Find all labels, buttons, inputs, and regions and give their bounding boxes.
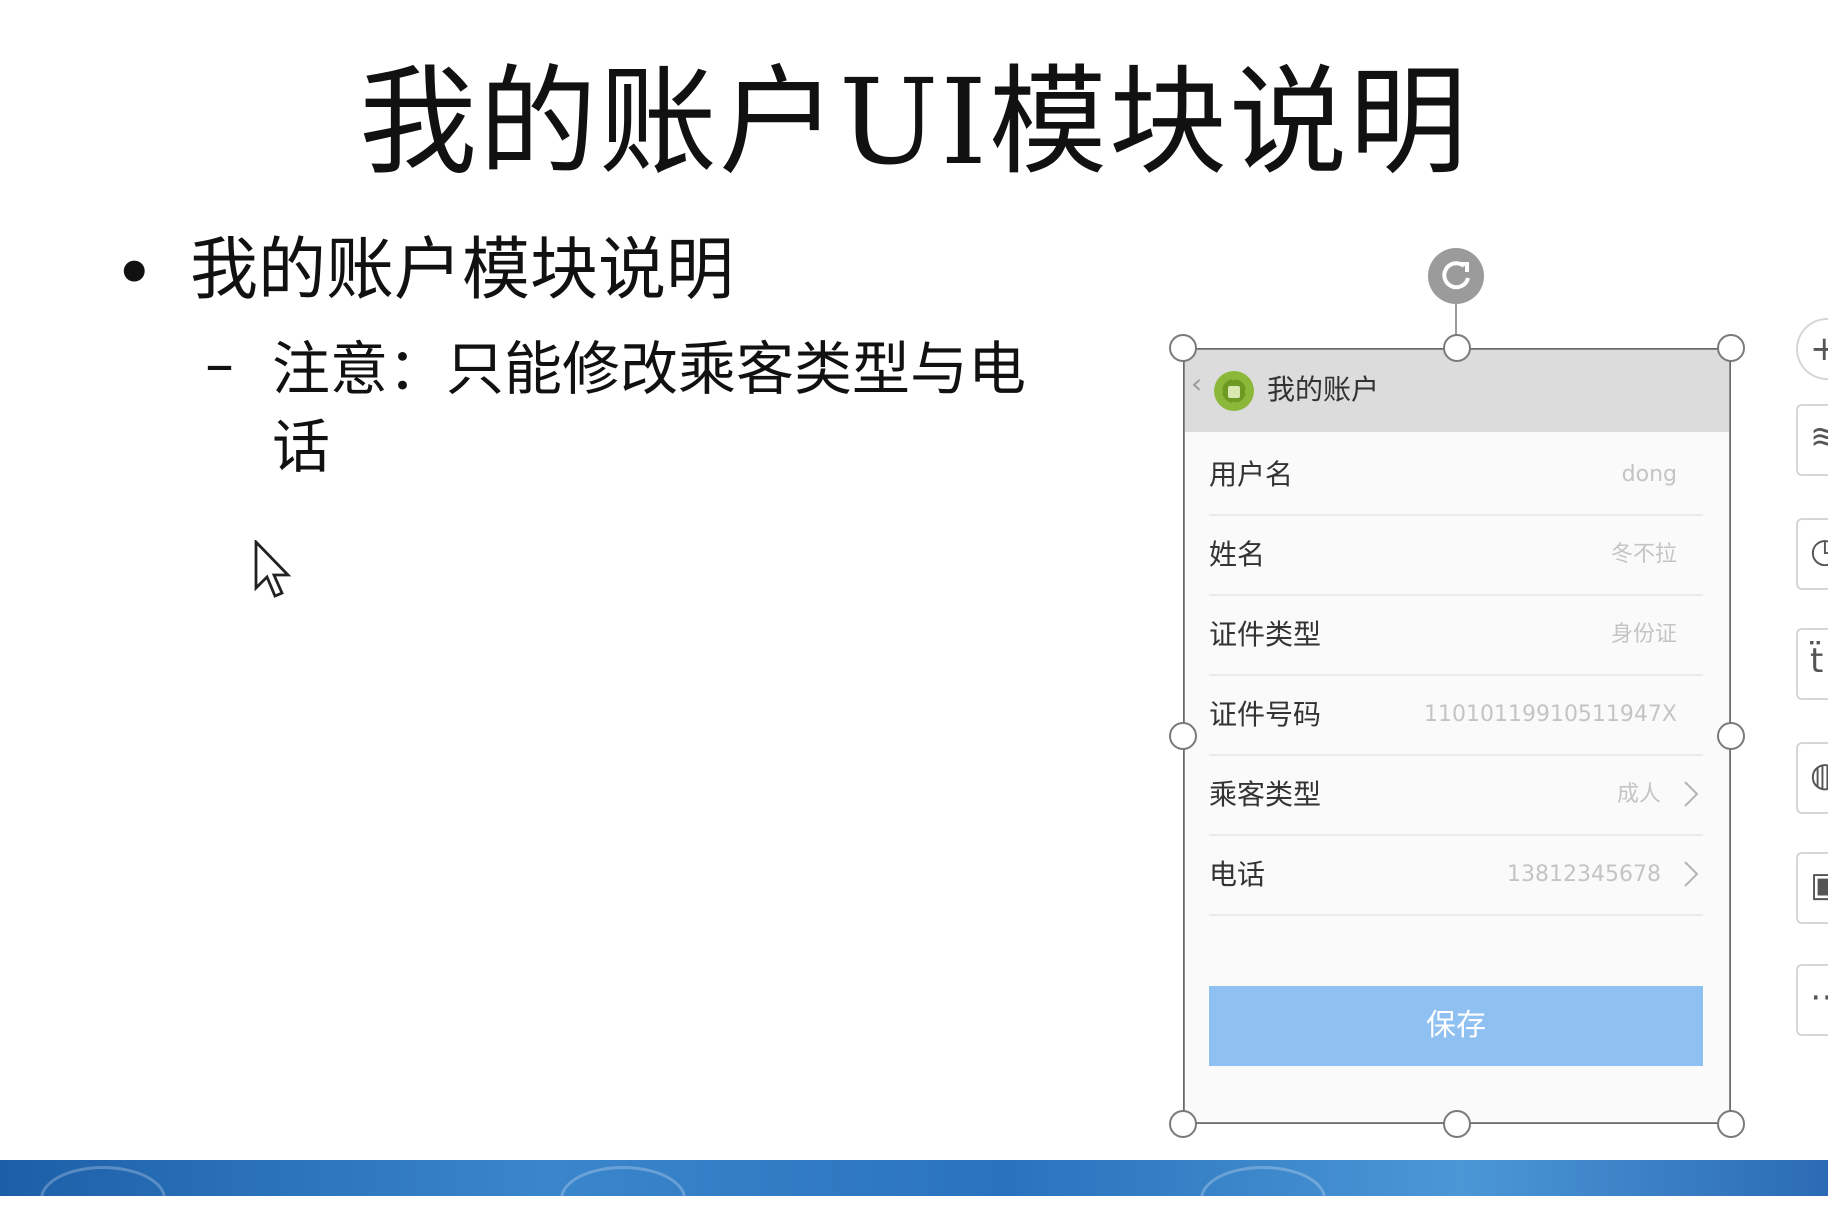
resize-handle-bottom-right[interactable] [1717, 1110, 1745, 1138]
chevron-right-icon [1684, 861, 1699, 887]
side-tool-animation[interactable]: ◷ [1796, 518, 1828, 590]
android-app-icon [1214, 371, 1254, 411]
row-value: 11010119910511947X [1423, 702, 1677, 727]
resize-handle-top-right[interactable] [1717, 334, 1745, 362]
chevron-right-icon [1684, 781, 1699, 807]
side-tool-more[interactable]: ⋯ [1796, 964, 1828, 1036]
row-username: 用户名 dong [1209, 436, 1703, 516]
row-value: 身份证 [1610, 622, 1677, 647]
row-label: 证件号码 [1209, 698, 1322, 731]
slide-title: 我的账户UI模块说明 [358, 53, 1470, 191]
more-icon: ⋯ [1810, 977, 1828, 1017]
row-value: 成人 [1616, 782, 1661, 807]
bullet-marker: • [113, 231, 156, 315]
row-label: 证件类型 [1209, 618, 1322, 651]
clock-icon: ◷ [1810, 531, 1828, 571]
footer-swirl [560, 1166, 686, 1232]
side-tool-replace[interactable]: ▣ [1796, 852, 1828, 924]
plus-icon: + [1810, 329, 1828, 369]
row-id-type: 证件类型 身份证 [1209, 596, 1703, 676]
resize-handle-bottom-left[interactable] [1169, 1110, 1197, 1138]
row-label: 乘客类型 [1209, 778, 1322, 811]
row-label: 用户名 [1209, 458, 1294, 491]
row-label: 姓名 [1209, 538, 1266, 571]
phone-screenshot[interactable]: ‹ 我的账户 用户名 dong 姓名 冬不拉 证件类型 身份证 证件号码 110… [1183, 348, 1731, 1124]
footer-swirl [40, 1166, 166, 1232]
row-value: 13812345678 [1507, 862, 1661, 887]
side-tool-add[interactable]: + [1796, 318, 1828, 380]
resize-handle-top-left[interactable] [1169, 334, 1197, 362]
save-button[interactable]: 保存 [1209, 986, 1703, 1066]
app-header-bar: ‹ 我的账户 [1185, 350, 1729, 432]
side-tool-idea[interactable]: ◍ [1796, 742, 1828, 814]
rotate-handle-icon[interactable] [1428, 248, 1484, 304]
row-phone[interactable]: 电话 13812345678 [1209, 836, 1703, 916]
crop-icon: ẗ [1810, 641, 1824, 681]
row-id-number: 证件号码 11010119910511947X [1209, 676, 1703, 756]
row-value: 冬不拉 [1610, 542, 1677, 567]
row-name: 姓名 冬不拉 [1209, 516, 1703, 596]
footer-band [0, 1160, 1828, 1232]
footer-swirl [1200, 1166, 1326, 1232]
rotate-stem [1455, 302, 1457, 336]
row-label: 电话 [1209, 858, 1266, 891]
back-icon[interactable]: ‹ [1191, 370, 1202, 398]
resize-handle-top[interactable] [1443, 334, 1471, 362]
app-header-title: 我的账户 [1267, 373, 1380, 406]
resize-handle-right[interactable] [1717, 722, 1745, 750]
row-value: dong [1621, 462, 1677, 487]
bullet-text: 我的账户模块说明 [190, 231, 735, 310]
layout-icon: ≋ [1810, 417, 1828, 457]
resize-handle-left[interactable] [1169, 722, 1197, 750]
replace-image-icon: ▣ [1810, 865, 1828, 905]
lightbulb-icon: ◍ [1810, 755, 1828, 795]
side-tool-crop[interactable]: ẗ [1796, 628, 1828, 700]
resize-handle-bottom[interactable] [1443, 1110, 1471, 1138]
sub-bullet-text: 注意：只能修改乘客类型与电话 [272, 335, 1027, 482]
side-tool-layout[interactable]: ≋ [1796, 404, 1828, 476]
row-passenger-type[interactable]: 乘客类型 成人 [1209, 756, 1703, 836]
sub-bullet-marker: – [205, 330, 234, 398]
mouse-cursor-icon [254, 540, 292, 598]
